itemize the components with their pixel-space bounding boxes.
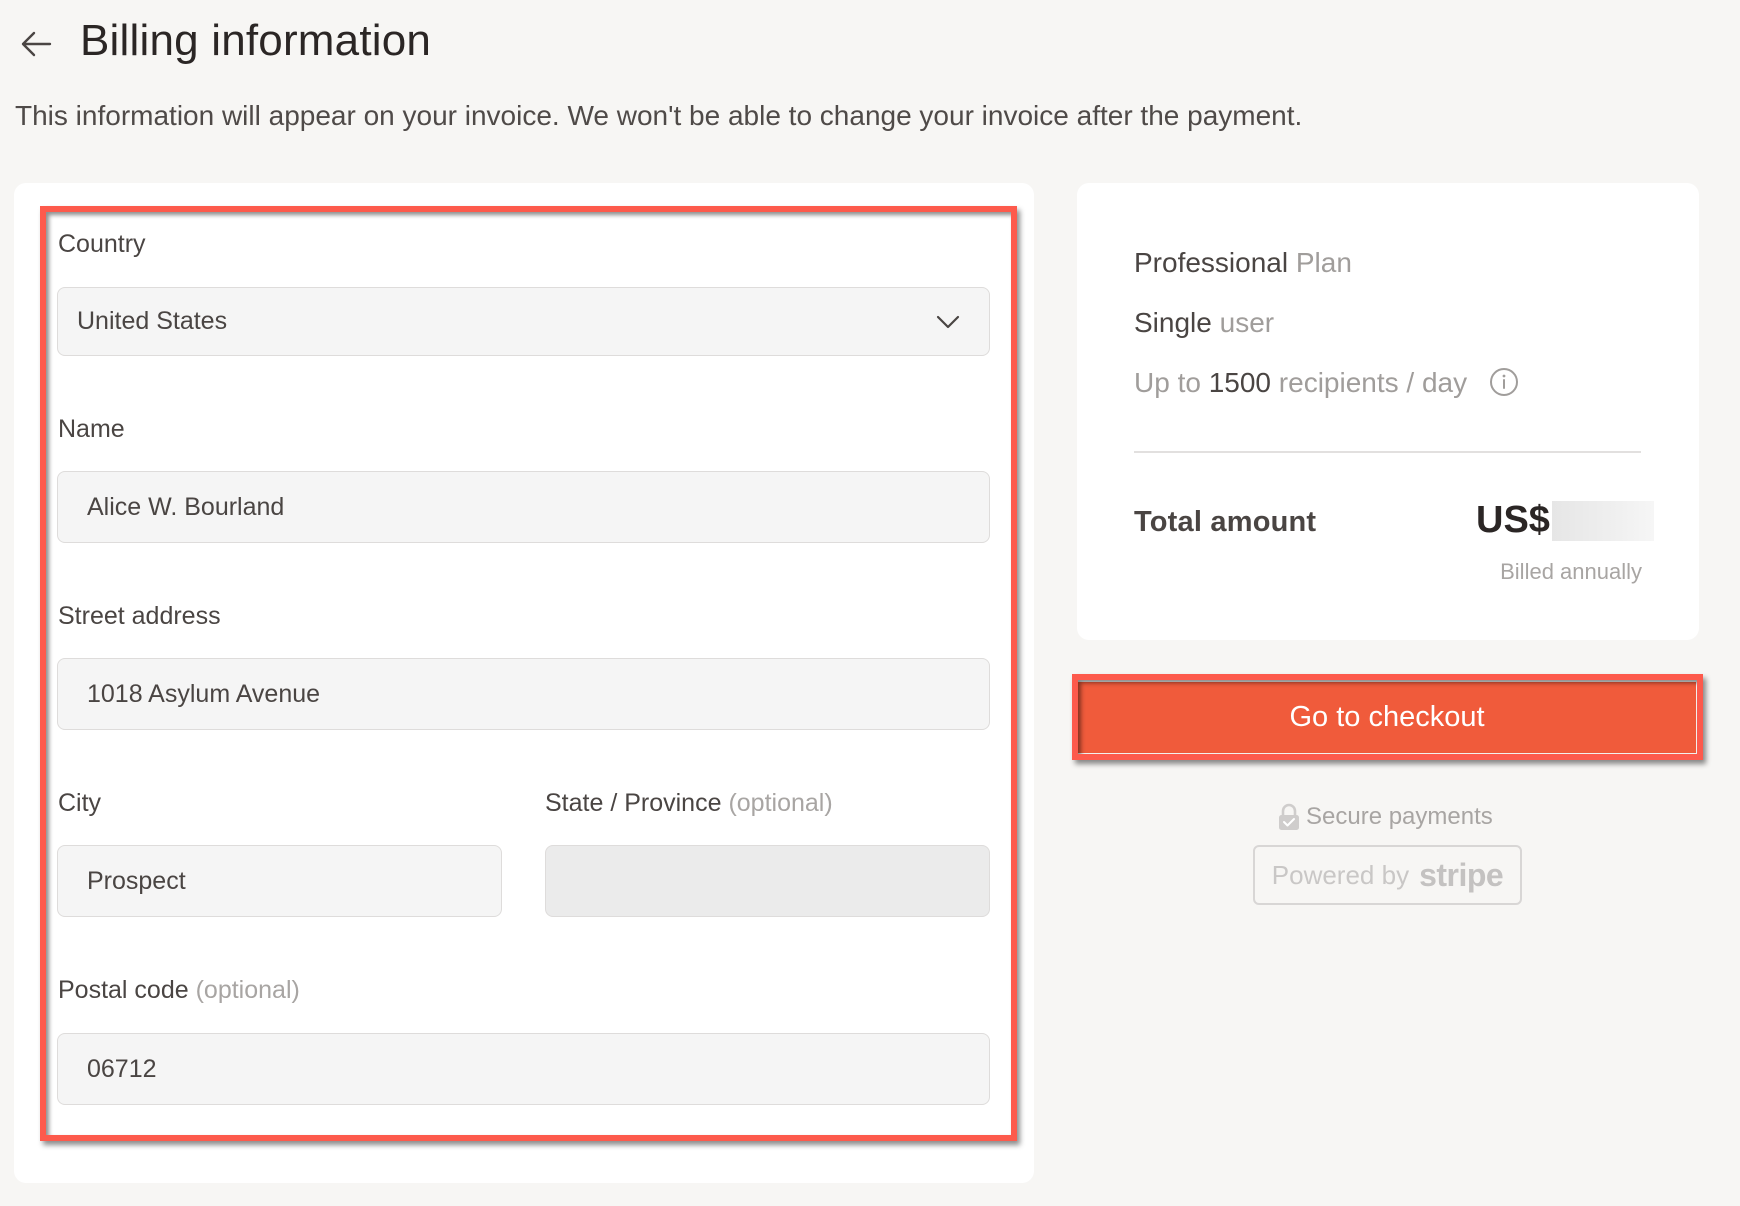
name-input[interactable]: Alice W. Bourland [57,471,990,543]
redacted-amount [1551,500,1654,541]
state-label-text: State / Province [545,789,722,817]
go-to-checkout-button[interactable]: Go to checkout [1078,682,1696,753]
page-subtitle: This information will appear on your inv… [15,100,1303,131]
postal-code-label-text: Postal code [58,976,189,1004]
postal-code-label: Postal code (optional) [58,976,300,1005]
page-title: Billing information [80,16,432,65]
state-optional-hint: (optional) [728,789,833,817]
stripe-logo: stripe [1419,856,1504,893]
limit-value: 1500 [1208,367,1272,398]
street-address-label: Street address [58,602,221,630]
plan-name-suffix: Plan [1295,247,1352,278]
plan-name-strong: Professional [1134,247,1289,278]
info-icon[interactable] [1489,367,1519,397]
arrow-left-icon [21,31,52,57]
total-amount-label: Total amount [1134,506,1317,538]
powered-by-text: Powered by [1271,859,1410,890]
plan-users: Single user [1134,307,1274,339]
country-value: United States [77,307,228,335]
total-currency: US$ [1476,499,1550,541]
postal-code-input[interactable]: 06712 [57,1033,990,1105]
powered-by-stripe-badge[interactable]: Powered by stripe [1253,845,1522,905]
summary-divider [1134,451,1641,453]
billing-period: Billed annually [1500,559,1642,584]
plan-name: Professional Plan [1134,247,1352,279]
state-label: State / Province (optional) [545,789,833,818]
total-amount-value: US$ [1476,499,1654,542]
limit-prefix: Up to [1134,367,1201,398]
secure-payments-note: Secure payments [1278,803,1493,831]
street-address-value: 1018 Asylum Avenue [87,679,321,708]
plan-users-strong: Single [1134,307,1212,338]
city-input[interactable]: Prospect [57,845,502,917]
lock-icon [1279,803,1299,830]
city-value: Prospect [87,866,186,895]
plan-users-suffix: user [1219,307,1275,338]
limit-suffix: recipients / day [1278,367,1468,398]
back-button[interactable] [18,26,54,62]
name-value: Alice W. Bourland [87,492,285,521]
name-label: Name [58,415,125,443]
chevron-down-icon [936,315,960,328]
city-label: City [58,789,102,817]
state-input[interactable] [545,845,990,917]
plan-recipient-limit: Up to 1500 recipients / day [1134,367,1519,399]
postal-code-value: 06712 [87,1054,157,1083]
secure-payments-text: Secure payments [1306,803,1493,830]
country-select[interactable]: United States [57,287,990,356]
country-label: Country [58,230,146,258]
postal-code-optional-hint: (optional) [195,976,300,1004]
street-address-input[interactable]: 1018 Asylum Avenue [57,658,990,730]
